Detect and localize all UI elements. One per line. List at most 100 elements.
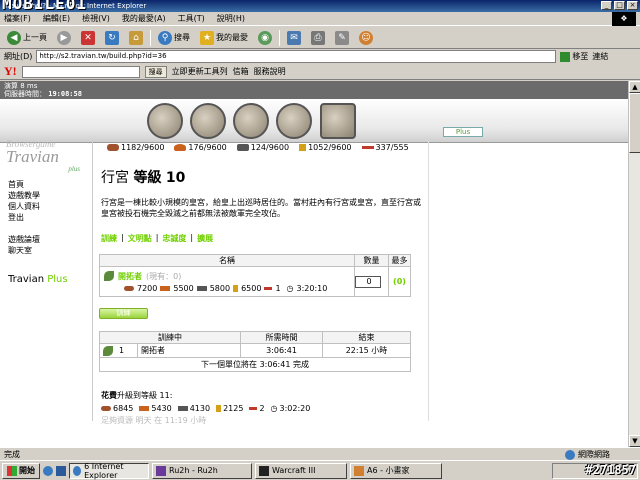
building-title: 行宮 等級 10: [101, 167, 185, 187]
task-internet-explorer[interactable]: 6 Internet Explorer: [69, 461, 149, 480]
yahoo-logo[interactable]: Y!: [4, 64, 17, 79]
back-label: 上一頁: [23, 33, 47, 42]
menu-help[interactable]: 說明(H): [217, 13, 245, 24]
ping-text: 演算 8 ms: [4, 82, 38, 90]
yahoo-search-button[interactable]: 搜尋: [144, 65, 167, 78]
yahoo-help-button[interactable]: 服務說明: [254, 66, 286, 77]
max-link[interactable]: (0): [388, 266, 411, 297]
menu-tools[interactable]: 工具(T): [178, 13, 205, 24]
train-button[interactable]: 訓練: [99, 308, 148, 319]
travian-plus-link[interactable]: Travian Plus: [8, 274, 68, 285]
desktop-quicklaunch-icon[interactable]: [56, 465, 66, 476]
logo-line2: Travian: [6, 147, 59, 166]
start-button[interactable]: 開始: [2, 462, 40, 479]
travian-plus-prefix: Travian: [8, 274, 48, 285]
scroll-thumb[interactable]: [629, 93, 640, 153]
village-center-icon[interactable]: [190, 103, 226, 139]
windows-flag-icon: [7, 465, 17, 476]
task-paint[interactable]: A6 - 小畫家: [350, 462, 442, 479]
side-menu-logout[interactable]: 登出: [8, 212, 68, 223]
go-arrow-icon: [560, 51, 571, 62]
taskbar: 開始 6 Internet Explorer Ru2h - Ru2h Warcr…: [0, 460, 640, 480]
internet-zone-icon: [565, 449, 575, 460]
travian-logo[interactable]: Browsergame Travian plus: [6, 139, 80, 175]
server-time-label: 伺服器時間：: [4, 90, 46, 98]
messenger-button[interactable]: ☺: [356, 29, 376, 47]
mail-button[interactable]: ✉: [284, 29, 304, 47]
ie-quicklaunch-icon[interactable]: [43, 465, 53, 476]
print-button[interactable]: ⎙: [308, 29, 328, 47]
refresh-button[interactable]: ↻: [102, 29, 122, 47]
links-button[interactable]: 連結: [592, 51, 608, 62]
menu-bar: 檔案(F) 編輯(E) 檢視(V) 我的最愛(A) 工具(T) 說明(H) ❖: [0, 12, 640, 26]
train-header-max: 最多: [388, 254, 411, 267]
yahoo-update-button[interactable]: 立即更新工具列: [172, 66, 228, 77]
scroll-up-button[interactable]: ▲: [629, 81, 640, 93]
edit-icon: ✎: [335, 30, 349, 45]
side-menu-home[interactable]: 首頁: [8, 179, 68, 190]
security-zone: 網際網路: [565, 449, 610, 460]
app-icon: [156, 465, 166, 476]
yahoo-mail-button[interactable]: 信箱: [233, 66, 249, 77]
task-warcraft[interactable]: Warcraft III: [255, 462, 347, 479]
go-button[interactable]: 移至: [560, 51, 588, 62]
scroll-down-button[interactable]: ▼: [629, 435, 640, 447]
tab-loyalty[interactable]: 忠誠度: [162, 233, 186, 244]
crop-icon: [233, 284, 239, 292]
vertical-scrollbar[interactable]: ▲ ▼: [628, 81, 640, 447]
maximize-button[interactable]: □: [614, 1, 625, 10]
address-label: 網址(D): [4, 52, 33, 61]
quantity-input[interactable]: 0: [355, 275, 381, 288]
close-button[interactable]: ×: [627, 1, 638, 10]
back-button[interactable]: ◀ 上一頁: [4, 29, 50, 47]
media-button[interactable]: ◉: [255, 29, 275, 47]
map-icon[interactable]: [233, 103, 269, 139]
watermark-stamp: #271857: [585, 463, 636, 477]
task-ru2h[interactable]: Ru2h - Ru2h: [152, 462, 252, 479]
queue-end: 22:15 小時: [322, 343, 411, 358]
side-menu-tutorial[interactable]: 遊戲教學: [8, 190, 68, 201]
search-button[interactable]: ⚲ 搜尋: [155, 29, 193, 47]
minimize-button[interactable]: _: [601, 1, 612, 10]
resource-clay: 176/9600: [174, 143, 227, 152]
unit-name-link[interactable]: 開拓者: [118, 271, 142, 282]
crop-icon: [299, 144, 307, 151]
task-ie-label: 6 Internet Explorer: [84, 461, 124, 480]
home-button[interactable]: ⌂: [126, 29, 146, 47]
menu-file[interactable]: 檔案(F): [4, 13, 31, 24]
queue-duration: 3:06:41: [240, 343, 323, 358]
village-overview-icon[interactable]: [147, 103, 183, 139]
queue-next-unit: 下一個單位將在 3:06:41 完成: [99, 357, 411, 372]
stop-button[interactable]: ✕: [78, 29, 98, 47]
reports-icon[interactable]: [320, 103, 356, 139]
yahoo-search-input[interactable]: [21, 65, 140, 78]
menu-edit[interactable]: 編輯(E): [43, 13, 70, 24]
tab-culture-points[interactable]: 文明點: [128, 233, 152, 244]
crop-icon: [216, 405, 222, 412]
edit-button[interactable]: ✎: [332, 29, 352, 47]
cost-iron: 5800: [209, 283, 231, 293]
favorites-label: 我的最愛: [216, 33, 248, 42]
menu-view[interactable]: 檢視(V): [82, 13, 110, 24]
url-field[interactable]: http://s2.travian.tw/build.php?id=36: [36, 50, 557, 63]
side-menu-chat[interactable]: 聊天室: [8, 245, 68, 256]
side-menu: 首頁 遊戲教學 個人資料 登出 遊戲論壇 聊天室 Travian Plus: [8, 179, 68, 285]
plus-button[interactable]: Plus: [443, 127, 483, 137]
menu-favorites[interactable]: 我的最愛(A): [122, 13, 166, 24]
unit-own-count: (現有：0): [146, 271, 182, 281]
toolbar-separator: [150, 29, 151, 46]
star-icon: ★: [200, 30, 214, 45]
statistics-icon[interactable]: [276, 103, 312, 139]
resource-clay-value: 176/9600: [188, 143, 227, 152]
side-menu-profile[interactable]: 個人資料: [8, 201, 68, 212]
settler-icon: [103, 345, 113, 356]
side-menu-forum[interactable]: 遊戲論壇: [8, 234, 68, 245]
mail-icon: ✉: [287, 30, 301, 45]
forward-button[interactable]: ▶: [54, 29, 74, 47]
tab-train[interactable]: 訓練: [101, 233, 117, 244]
clock-icon: ◷: [270, 404, 278, 413]
right-divider: [428, 141, 429, 421]
start-label: 開始: [19, 466, 35, 475]
tab-expansion[interactable]: 擴展: [197, 233, 213, 244]
favorites-button[interactable]: ★ 我的最愛: [197, 29, 251, 47]
